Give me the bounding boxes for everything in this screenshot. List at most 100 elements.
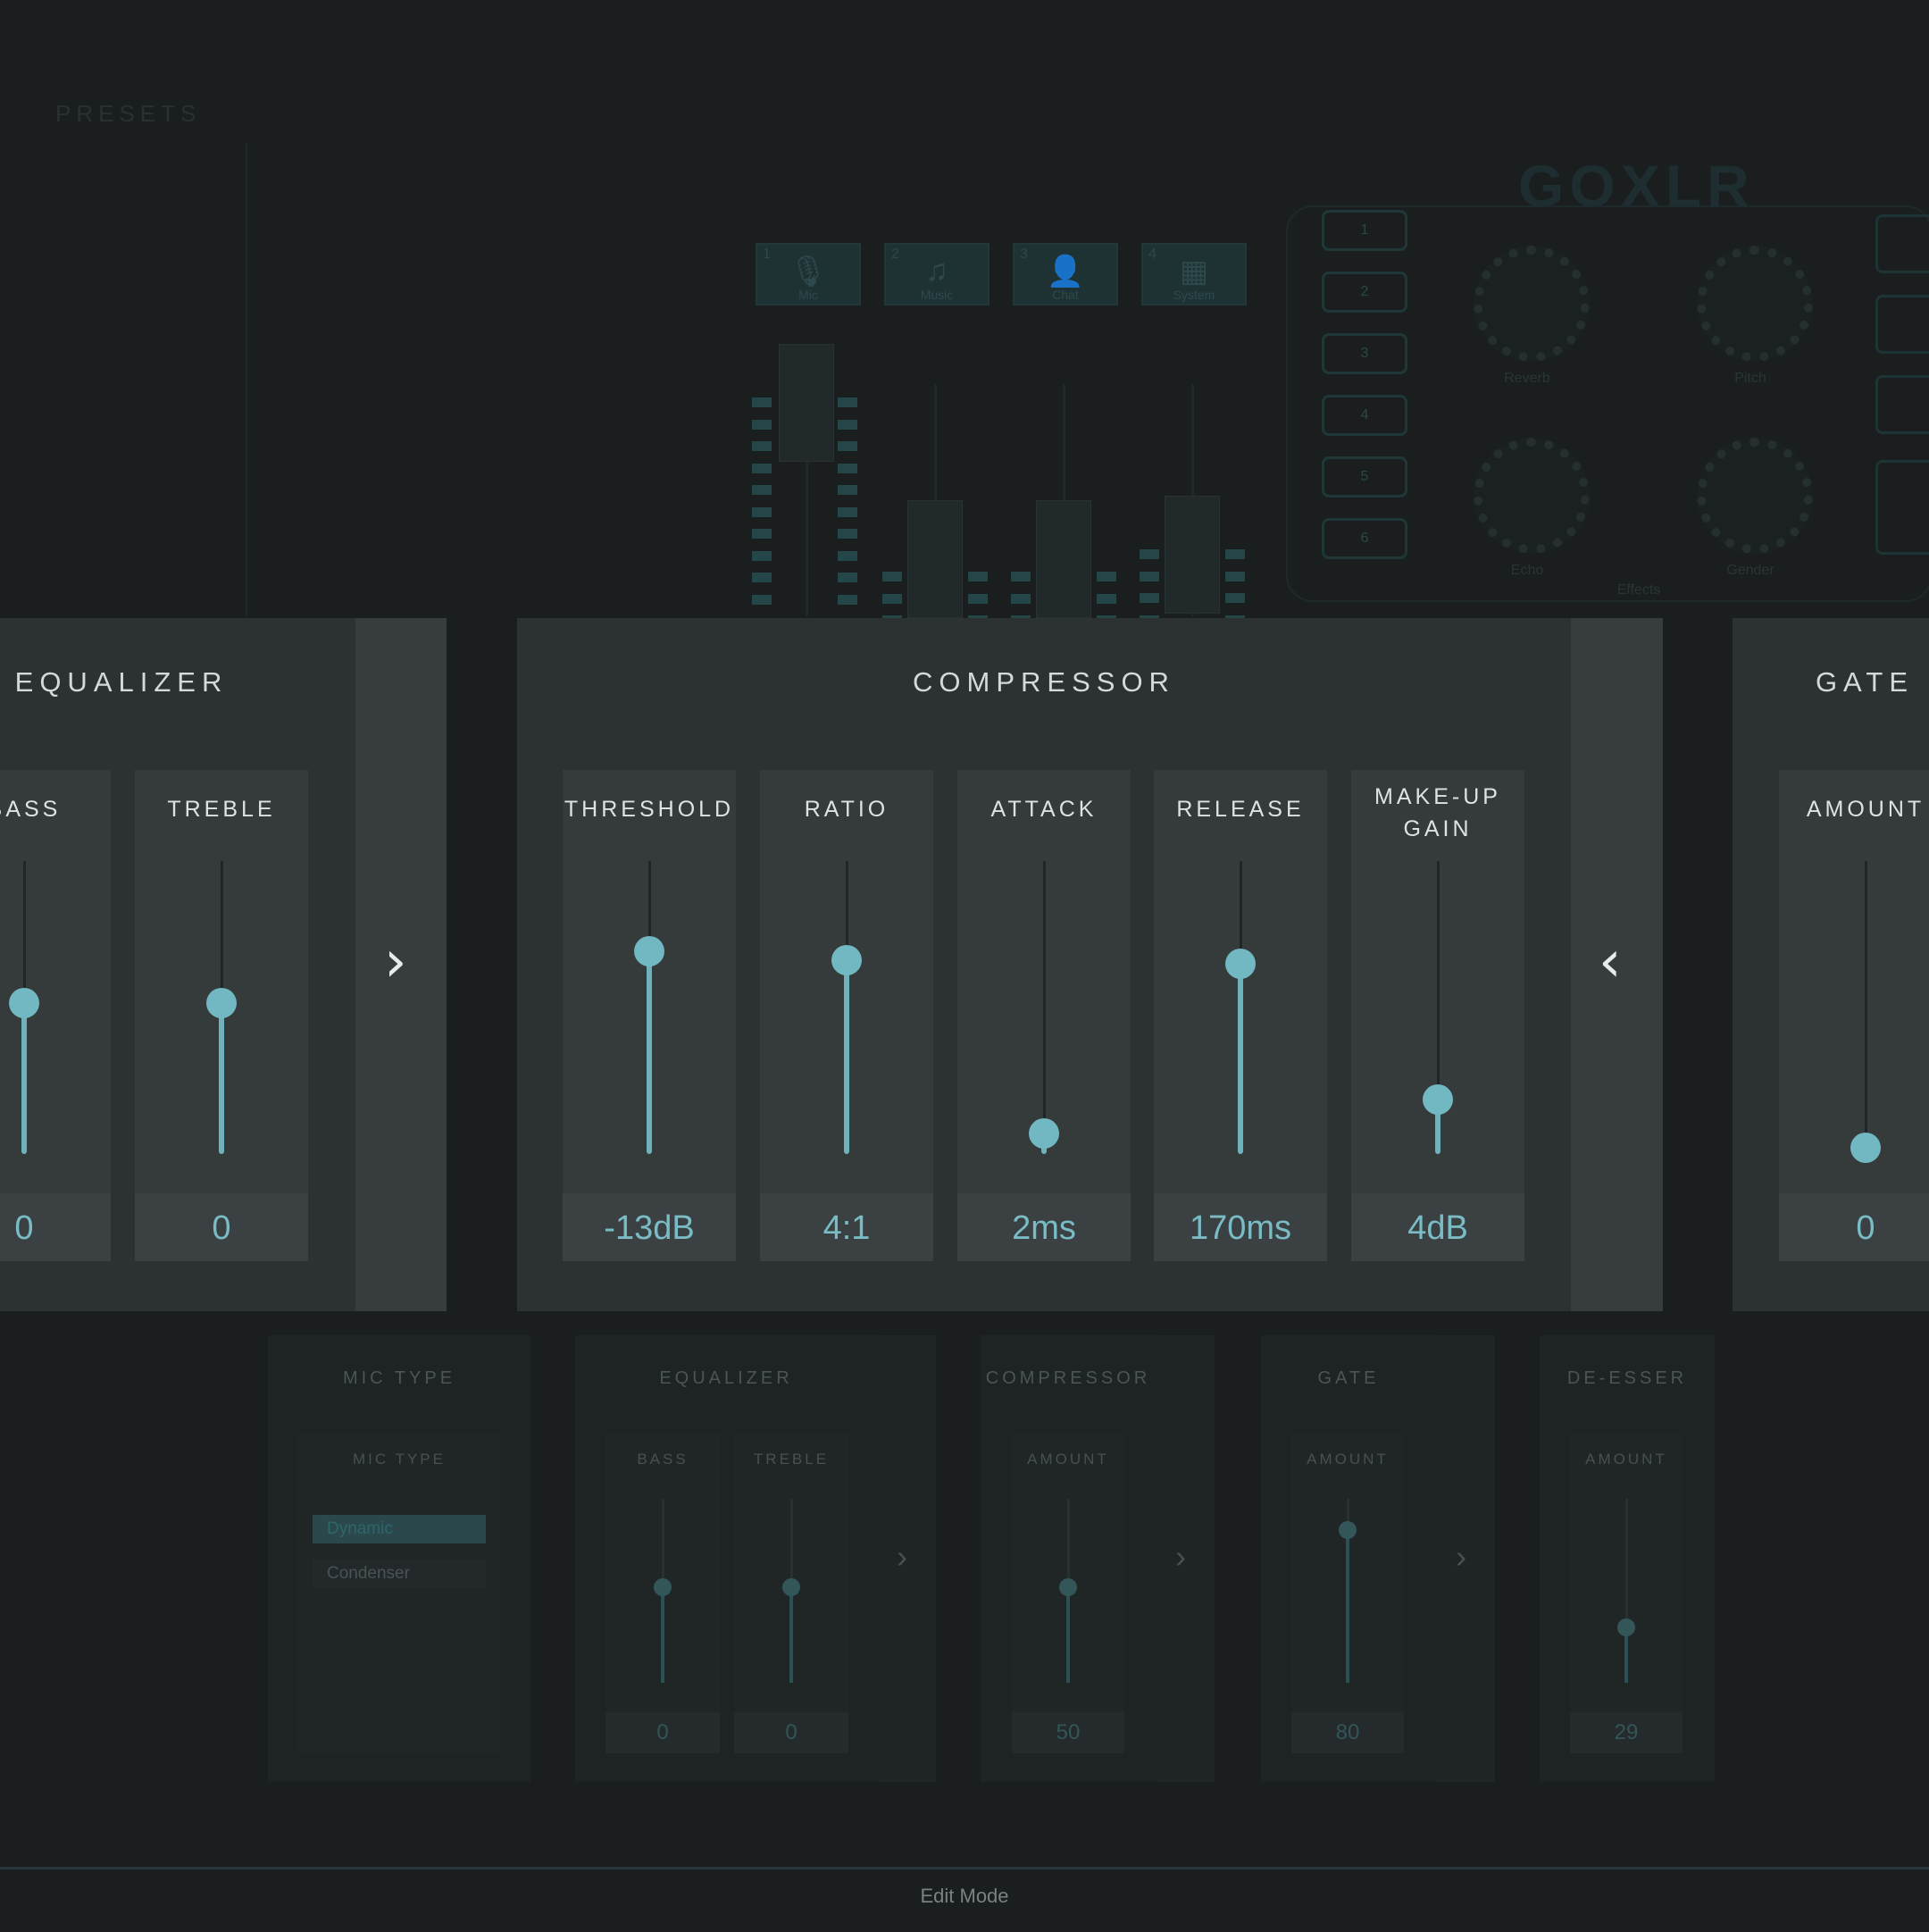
meter-segment xyxy=(752,529,772,539)
bg-slider-thumb[interactable] xyxy=(782,1578,800,1596)
meter-segment xyxy=(882,593,902,604)
meter-segment xyxy=(752,550,772,561)
mic-type-option-dynamic[interactable]: Dynamic xyxy=(313,1515,486,1543)
slider-value: 170ms xyxy=(1154,1193,1327,1261)
channel-system-button[interactable]: 4 ▦ System xyxy=(1141,243,1247,305)
bg-slider-thumb[interactable] xyxy=(1617,1618,1635,1636)
meter-segment xyxy=(752,441,772,451)
bg-slider-value: 80 xyxy=(1291,1712,1404,1753)
slider-value: 0 xyxy=(1779,1193,1929,1261)
side-button[interactable] xyxy=(1875,295,1929,354)
slider-thumb-treble[interactable] xyxy=(206,988,237,1018)
channel-mic-button[interactable]: 1 🎙 Mic xyxy=(756,243,861,305)
bg-slider-fill xyxy=(1346,1530,1349,1683)
effects-label: Effects xyxy=(1616,582,1661,598)
meter-segment xyxy=(838,485,857,495)
slider-value: 4:1 xyxy=(760,1193,933,1261)
slider-label: RELEASE xyxy=(1176,797,1305,822)
slider-thumb-attack[interactable] xyxy=(1029,1118,1059,1149)
bg-equalizer-title: EQUALIZER xyxy=(659,1368,793,1388)
slider-label: RATIO xyxy=(804,797,889,822)
chevron-left-icon: ‹ xyxy=(1599,929,1622,995)
fader-cap-system[interactable] xyxy=(1165,496,1220,614)
chevron-right-icon: › xyxy=(1456,1538,1466,1575)
slider-thumb-bass[interactable] xyxy=(9,988,39,1018)
gender-knob[interactable] xyxy=(1697,438,1813,554)
slider-slot-attack: ATTACK 2ms xyxy=(957,770,1131,1261)
reverb-knob[interactable] xyxy=(1474,246,1590,362)
channel-label: Music xyxy=(920,288,954,302)
slider-label: AMOUNT xyxy=(1806,797,1925,822)
slider-slot-threshold: THRESHOLD -13dB xyxy=(563,770,736,1261)
slider-thumb-threshold[interactable] xyxy=(634,936,664,966)
echo-knob[interactable] xyxy=(1474,438,1590,554)
bank-button-2[interactable]: 2 xyxy=(1322,272,1407,313)
fader-cap-mic[interactable] xyxy=(779,344,834,462)
bank-button-3[interactable]: 3 xyxy=(1322,333,1407,374)
meter-segment xyxy=(1097,572,1116,581)
slider-thumb-ratio[interactable] xyxy=(831,945,862,975)
gate-title: GATE xyxy=(1815,666,1915,698)
side-button[interactable] xyxy=(1875,214,1929,273)
channel-label: System xyxy=(1173,288,1215,302)
slider-label: THRESHOLD xyxy=(564,797,735,822)
chevron-right-icon: › xyxy=(1175,1538,1186,1575)
fader-cap-chat[interactable] xyxy=(1036,500,1091,618)
slider-slot-release: RELEASE 170ms xyxy=(1154,770,1327,1261)
bg-slider-label: AMOUNT xyxy=(1027,1451,1109,1468)
bg-slider-value: 0 xyxy=(605,1712,720,1753)
bg-slider-label: AMOUNT xyxy=(1585,1451,1667,1468)
meter-segment xyxy=(1225,593,1245,603)
bg-mic-type-title: MIC TYPE xyxy=(342,1368,456,1388)
meter-segment xyxy=(838,573,857,582)
bank-button-6[interactable]: 6 xyxy=(1322,518,1407,559)
meter-segment xyxy=(838,463,857,473)
meter-segment xyxy=(968,572,988,581)
bank-button-4[interactable]: 4 xyxy=(1322,395,1407,436)
knob-label: Gender xyxy=(1726,563,1775,578)
meter-segment xyxy=(752,594,772,605)
bg-slider-label: BASS xyxy=(637,1451,689,1468)
bank-button-1[interactable]: 1 xyxy=(1322,210,1407,251)
slider-thumb-release[interactable] xyxy=(1225,949,1256,979)
slider-label: TREBLE xyxy=(167,797,276,822)
bg-mic-type-list xyxy=(297,1434,501,1753)
channel-chat-button[interactable]: 3 👤 Chat xyxy=(1013,243,1118,305)
meter-segment xyxy=(1140,571,1159,581)
slider-fill xyxy=(21,1002,27,1154)
bg-slider-fill xyxy=(661,1587,664,1683)
meter-segment xyxy=(1140,549,1159,559)
fader-cap-music[interactable] xyxy=(907,500,963,618)
bg-slider-thumb[interactable] xyxy=(1059,1578,1077,1596)
slider-value: 0 xyxy=(135,1193,308,1261)
music-note-icon: ♫ xyxy=(925,254,948,288)
channel-label: Mic xyxy=(798,288,818,302)
side-button[interactable] xyxy=(1875,460,1929,555)
edit-mode-label[interactable]: Edit Mode xyxy=(0,1885,1929,1908)
bg-deesser-title: DE-ESSER xyxy=(1566,1368,1688,1388)
bg-mic-type-sub: MIC TYPE xyxy=(353,1451,446,1468)
slider-value: -13dB xyxy=(563,1193,736,1261)
slider-slot-gate-amount: AMOUNT 0 xyxy=(1779,770,1929,1261)
goxlr-logo: GOXLR xyxy=(1518,153,1755,219)
chevron-right-icon: › xyxy=(384,929,407,995)
slider-slot-ratio: RATIO 4:1 xyxy=(760,770,933,1261)
bg-slider-thumb[interactable] xyxy=(1339,1521,1357,1539)
slider-slot-makeup-gain: MAKE-UP GAIN 4dB xyxy=(1351,770,1524,1261)
slider-track xyxy=(1043,861,1046,1138)
meter-segment xyxy=(752,485,772,495)
slider-thumb-gate-amount[interactable] xyxy=(1850,1133,1881,1163)
meter-segment xyxy=(1097,593,1116,604)
slider-thumb-makeup-gain[interactable] xyxy=(1423,1084,1453,1115)
meter-segment xyxy=(1011,593,1031,604)
bg-slider-fill xyxy=(789,1587,793,1683)
bank-button-5[interactable]: 5 xyxy=(1322,456,1407,498)
bg-slider-thumb[interactable] xyxy=(654,1578,672,1596)
pitch-knob[interactable] xyxy=(1697,246,1813,362)
slider-value: 2ms xyxy=(957,1193,1131,1261)
side-button[interactable] xyxy=(1875,375,1929,434)
presets-label: PRESETS xyxy=(55,100,202,127)
mic-type-option-condenser[interactable]: Condenser xyxy=(313,1560,486,1588)
meter-segment xyxy=(838,550,857,561)
channel-music-button[interactable]: 2 ♫ Music xyxy=(884,243,990,305)
